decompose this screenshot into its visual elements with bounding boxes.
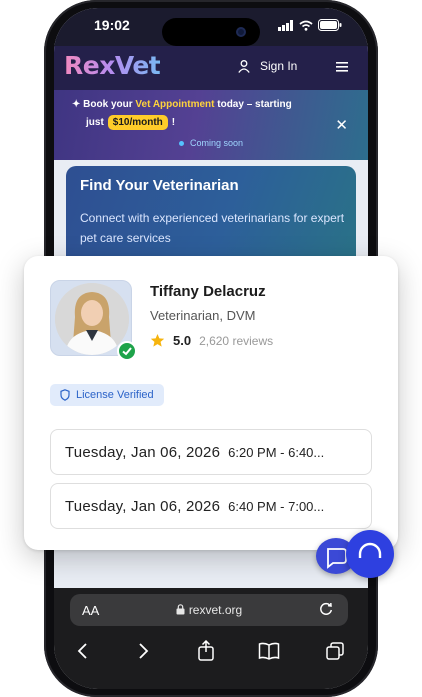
- url-display[interactable]: rexvet.org: [70, 603, 348, 617]
- status-dot-icon: [178, 141, 184, 147]
- stage: 19:02 RexVet Sign In ✦ Book your Vet App…: [0, 0, 422, 697]
- support-button[interactable]: [346, 530, 394, 578]
- vet-rating: 5.0 2,620 reviews: [150, 333, 273, 348]
- url-text: rexvet.org: [188, 603, 243, 617]
- lock-icon: [176, 604, 185, 615]
- hero-subtitle: Connect with experienced veterinarians f…: [80, 211, 345, 245]
- forward-icon[interactable]: [136, 642, 150, 660]
- site-header: RexVet Sign In: [54, 46, 368, 90]
- vet-card[interactable]: Tiffany Delacruz Veterinarian, DVM 5.0 2…: [24, 256, 398, 550]
- slot-date: Tuesday, Jan 06, 2026: [65, 443, 221, 461]
- user-icon: [238, 59, 250, 73]
- vet-name: Tiffany Delacruz: [150, 283, 266, 300]
- banner-text: Book your: [83, 99, 136, 110]
- coming-soon: Coming soon: [54, 138, 368, 148]
- back-icon[interactable]: [76, 642, 90, 660]
- battery-icon: [318, 19, 342, 31]
- banner-just: just: [86, 117, 104, 128]
- banner-line-1: ✦ Book your Vet Appointment today – star…: [72, 99, 292, 110]
- paw-icon: ✦: [72, 99, 81, 110]
- star-icon: [150, 333, 165, 347]
- address-bar[interactable]: AA rexvet.org: [70, 594, 348, 626]
- tabs-icon[interactable]: [326, 642, 344, 660]
- verified-check-icon: [117, 341, 137, 361]
- slot-time: 6:40 PM - 7:00...: [228, 498, 325, 514]
- coming-soon-label: Coming soon: [189, 138, 244, 148]
- slot-date: Tuesday, Jan 06, 2026: [65, 497, 221, 515]
- close-icon[interactable]: ✕: [335, 116, 348, 134]
- sign-in-label: Sign In: [260, 59, 298, 73]
- slot-time: 6:20 PM - 6:40...: [228, 444, 325, 460]
- hero-title: Find Your Veterinarian: [80, 177, 239, 194]
- vet-role: Veterinarian, DVM: [150, 308, 256, 323]
- shield-icon: [60, 389, 70, 401]
- promo-banner: ✦ Book your Vet Appointment today – star…: [54, 90, 368, 160]
- price-pill: $10/month: [107, 115, 168, 130]
- banner-bang: !: [171, 117, 176, 128]
- time-slot-2[interactable]: Tuesday, Jan 06, 2026 6:40 PM - 7:00...: [50, 483, 372, 529]
- banner-suffix: today – starting: [214, 99, 292, 110]
- status-time: 19:02: [94, 17, 130, 33]
- banner-highlight: Vet Appointment: [135, 99, 215, 110]
- time-slot-1[interactable]: Tuesday, Jan 06, 2026 6:20 PM - 6:40...: [50, 429, 372, 475]
- license-label: License Verified: [76, 389, 154, 401]
- share-icon[interactable]: [197, 640, 215, 661]
- avatar: [50, 280, 137, 361]
- logo[interactable]: RexVet: [64, 51, 161, 80]
- reload-icon[interactable]: [318, 601, 334, 617]
- browser-toolbar: AA rexvet.org: [54, 588, 368, 689]
- headset-icon: [358, 542, 382, 558]
- review-count: 2,620 reviews: [199, 333, 274, 348]
- bookmarks-icon[interactable]: [258, 642, 280, 660]
- banner-line-2: just $10/month !: [86, 115, 175, 130]
- status-bar: 19:02: [54, 8, 368, 46]
- dynamic-island: [162, 18, 260, 46]
- rating-value: 5.0: [173, 333, 192, 348]
- system-icons: [278, 19, 342, 31]
- camera-icon: [236, 27, 246, 37]
- hero-card: Find Your Veterinarian Connect with expe…: [66, 166, 356, 266]
- wifi-icon: [299, 20, 313, 31]
- hamburger-icon[interactable]: [336, 62, 348, 72]
- license-badge: License Verified: [50, 384, 164, 406]
- sign-in-button[interactable]: Sign In: [238, 59, 297, 73]
- signal-icon: [278, 19, 293, 31]
